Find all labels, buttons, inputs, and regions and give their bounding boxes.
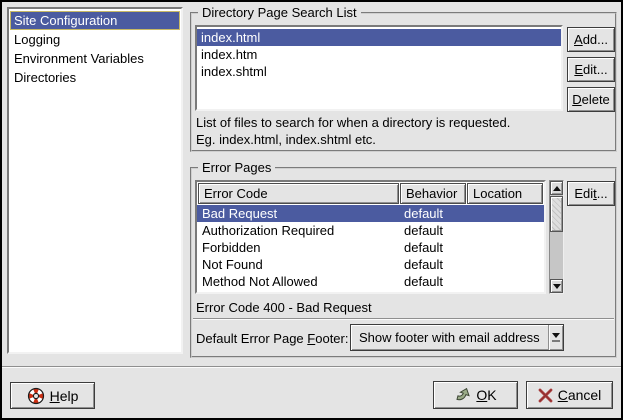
column-header-location[interactable]: Location bbox=[467, 183, 543, 204]
life-preserver-icon bbox=[27, 387, 45, 405]
error-frame-separator bbox=[193, 318, 614, 320]
error-table-header: Error Code Behavior Location bbox=[197, 182, 544, 205]
table-row-bad-request[interactable]: Bad Request default bbox=[197, 205, 544, 222]
search-list-description-line1: List of files to search for when a direc… bbox=[196, 114, 510, 131]
table-row-method-not-allowed[interactable]: Method Not Allowed default bbox=[197, 273, 544, 290]
search-file-list[interactable]: index.html index.htm index.shtml bbox=[195, 25, 563, 111]
error-frame-title: Error Pages bbox=[198, 160, 275, 176]
error-pages-table: Error Code Behavior Location Bad Request… bbox=[195, 180, 546, 294]
add-button[interactable]: Add... bbox=[567, 27, 615, 52]
error-pages-frame: Error Pages Error Code Behavior Location… bbox=[190, 167, 617, 358]
sidebar-item-logging[interactable]: Logging bbox=[10, 30, 180, 49]
table-row-forbidden[interactable]: Forbidden default bbox=[197, 239, 544, 256]
directory-page-search-frame: Directory Page Search List index.html in… bbox=[190, 12, 617, 152]
sidebar-item-site-configuration[interactable]: Site Configuration bbox=[10, 11, 180, 30]
arrow-down-icon bbox=[553, 284, 561, 289]
dropdown-arrow-icon bbox=[548, 325, 563, 350]
dropdown-selected-value: Show footer with email address bbox=[351, 330, 548, 345]
config-section-list[interactable]: Site Configuration Logging Environment V… bbox=[7, 7, 183, 354]
delete-button[interactable]: Delete bbox=[567, 87, 615, 112]
selected-error-status: Error Code 400 - Bad Request bbox=[196, 300, 372, 315]
search-list-description-line2: Eg. index.html, index.shtml etc. bbox=[196, 131, 376, 148]
table-row-not-found[interactable]: Not Found default bbox=[197, 256, 544, 273]
scrollbar-down-button[interactable] bbox=[550, 279, 563, 293]
default-error-page-footer-dropdown[interactable]: Show footer with email address bbox=[350, 324, 564, 351]
scrollbar-thumb[interactable] bbox=[550, 196, 563, 232]
column-header-error-code[interactable]: Error Code bbox=[198, 183, 399, 204]
error-table-scrollbar[interactable] bbox=[549, 180, 564, 294]
sidebar-item-directories[interactable]: Directories bbox=[10, 68, 180, 87]
footer-dropdown-label: Default Error Page Footer: bbox=[196, 330, 348, 347]
ok-arrow-icon bbox=[454, 387, 471, 404]
list-item-index-shtml[interactable]: index.shtml bbox=[197, 63, 561, 80]
cancel-button[interactable]: Cancel bbox=[526, 381, 613, 409]
cancel-x-icon bbox=[538, 388, 553, 403]
edit-error-page-button[interactable]: Edit... bbox=[567, 181, 615, 206]
dialog-footer-separator bbox=[2, 366, 621, 368]
directory-frame-title: Directory Page Search List bbox=[198, 5, 361, 21]
list-item-index-html[interactable]: index.html bbox=[197, 29, 561, 46]
help-button[interactable]: Help bbox=[10, 382, 95, 409]
edit-file-button[interactable]: Edit... bbox=[567, 57, 615, 82]
ok-button[interactable]: OK bbox=[433, 381, 518, 409]
dialog-window: Site Configuration Logging Environment V… bbox=[0, 0, 623, 420]
column-header-behavior[interactable]: Behavior bbox=[400, 183, 466, 204]
scrollbar-up-button[interactable] bbox=[550, 181, 563, 195]
list-item-index-htm[interactable]: index.htm bbox=[197, 46, 561, 63]
arrow-up-icon bbox=[553, 186, 561, 191]
table-row-authorization-required[interactable]: Authorization Required default bbox=[197, 222, 544, 239]
sidebar-item-environment-variables[interactable]: Environment Variables bbox=[10, 49, 180, 68]
